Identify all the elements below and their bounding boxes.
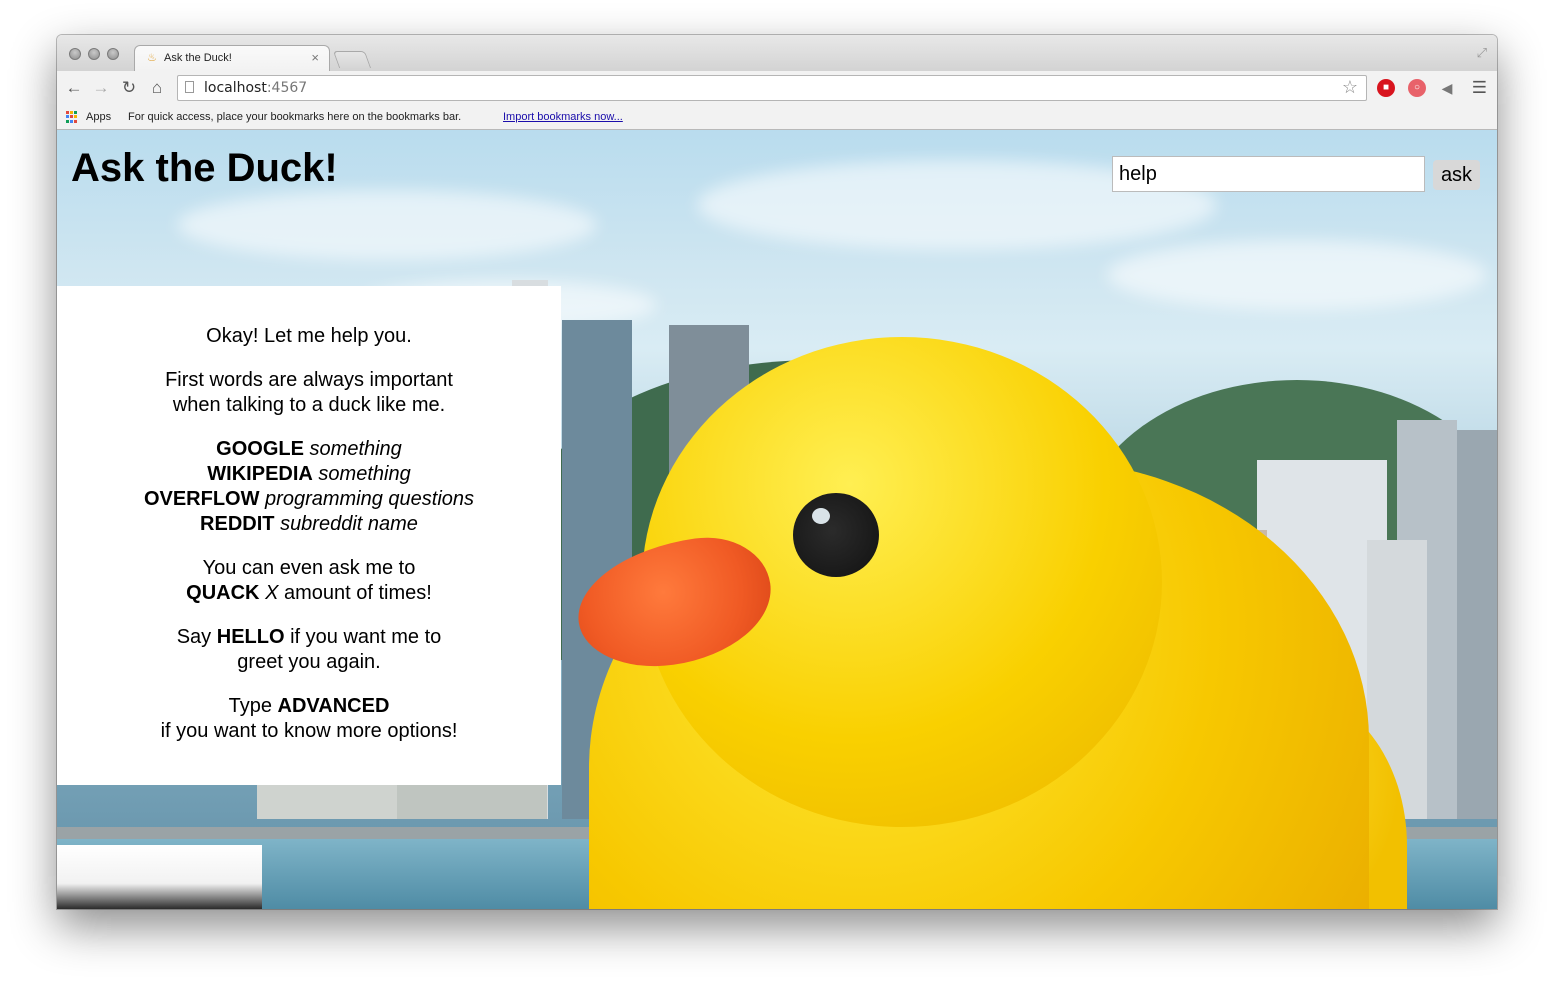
fullscreen-icon[interactable]: ⤢ <box>1477 45 1487 61</box>
pocket-extension-icon[interactable]: ○ <box>1408 79 1426 97</box>
ask-button[interactable]: ask <box>1433 160 1480 190</box>
apps-bookmark[interactable]: Apps <box>86 111 111 123</box>
response-quack: You can even ask me to QUACK X amount of… <box>186 557 432 604</box>
question-input[interactable] <box>1112 156 1425 192</box>
command-google: GOOGLE something <box>216 438 402 460</box>
page-title: Ask the Duck! <box>71 146 338 190</box>
import-bookmarks-link[interactable]: Import bookmarks now... <box>503 111 623 123</box>
bookmarks-bar: Apps For quick access, place your bookma… <box>57 105 1497 130</box>
page-viewport: Ask the Duck! ask Okay! Let me help you.… <box>57 130 1497 909</box>
response-hello: Say HELLO if you want me to greet you ag… <box>176 626 442 673</box>
star-icon[interactable]: ☆ <box>1342 77 1358 98</box>
reload-icon[interactable]: ↻ <box>118 77 140 99</box>
browser-window: ♨ Ask the Duck! × ⤢ ← → ↻ ⌂ localhost:45… <box>57 35 1497 909</box>
forward-arrow-icon[interactable]: → <box>90 77 112 99</box>
back-arrow-icon[interactable]: ← <box>63 77 85 99</box>
url-text[interactable]: localhost:4567 <box>204 80 307 96</box>
adblock-extension-icon[interactable]: ■ <box>1377 79 1395 97</box>
new-tab-button[interactable] <box>332 51 372 68</box>
favicon-icon: ♨ <box>147 52 157 64</box>
apps-grid-icon[interactable] <box>66 111 78 123</box>
command-overflow: OVERFLOW programming questions <box>143 488 475 510</box>
tab-close-icon[interactable]: × <box>311 50 319 65</box>
zoom-window-icon[interactable] <box>107 48 119 60</box>
tab-strip: ♨ Ask the Duck! × ⤢ <box>57 35 1497 71</box>
command-reddit: REDDIT subreddit name <box>200 513 418 535</box>
bookmarks-hint-text: For quick access, place your bookmarks h… <box>128 111 462 123</box>
duck-eye <box>793 493 879 577</box>
home-icon[interactable]: ⌂ <box>146 77 168 99</box>
address-bar[interactable]: localhost:4567 ☆ <box>177 75 1367 101</box>
command-wikipedia: WIKIPEDIA something <box>207 463 411 485</box>
menu-icon[interactable]: ☰ <box>1472 78 1487 98</box>
tab-title: Ask the Duck! <box>164 52 232 64</box>
close-window-icon[interactable] <box>69 48 81 60</box>
minimize-window-icon[interactable] <box>88 48 100 60</box>
browser-toolbar: ← → ↻ ⌂ localhost:4567 ☆ ■ ○ ◀ ☰ <box>57 71 1497 105</box>
response-advanced: Type ADVANCED if you want to know more o… <box>160 695 458 742</box>
response-intro: Okay! Let me help you. <box>206 325 412 347</box>
response-first-words: First words are always important when ta… <box>165 369 453 416</box>
page-icon <box>185 81 194 93</box>
response-panel: Okay! Let me help you. First words are a… <box>57 286 561 785</box>
command-list: GOOGLE something WIKIPEDIA something OVE… <box>57 437 561 537</box>
speaker-extension-icon[interactable]: ◀ <box>1438 79 1456 97</box>
tab-ask-the-duck[interactable]: ♨ Ask the Duck! × <box>134 45 330 71</box>
